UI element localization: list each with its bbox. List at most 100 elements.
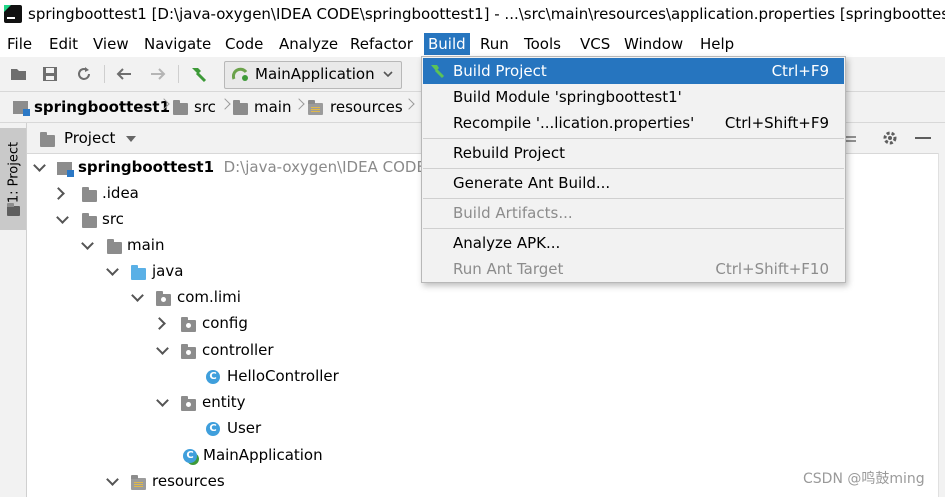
tree-row[interactable]: C User xyxy=(27,416,327,442)
menu-view[interactable]: View xyxy=(89,33,133,55)
open-folder-icon[interactable] xyxy=(10,65,28,83)
menu-refactor[interactable]: Refactor xyxy=(346,33,417,55)
folder-icon xyxy=(7,203,20,216)
toolbar-separator xyxy=(178,65,179,83)
expanded-arrow-icon[interactable] xyxy=(156,342,169,355)
package-icon xyxy=(181,396,196,411)
expanded-arrow-icon[interactable] xyxy=(106,263,119,276)
class-icon: C xyxy=(206,422,220,436)
breadcrumb-main[interactable]: main xyxy=(254,98,291,116)
synchronize-icon[interactable] xyxy=(75,65,93,83)
expanded-arrow-icon[interactable] xyxy=(131,289,144,302)
tree-item-label: MainApplication xyxy=(203,446,323,464)
breadcrumb-separator-icon xyxy=(221,94,229,116)
chevron-down-icon xyxy=(383,71,393,78)
build-hammer-icon xyxy=(431,65,445,79)
expanded-arrow-icon[interactable] xyxy=(33,159,46,172)
folder-icon xyxy=(107,239,122,254)
intellij-logo-icon xyxy=(4,5,22,23)
forward-arrow-icon[interactable] xyxy=(149,65,167,83)
save-all-icon[interactable] xyxy=(41,65,59,83)
minimize-icon[interactable] xyxy=(915,137,931,141)
menu-item-label: Run Ant Target xyxy=(453,260,564,278)
project-tool-window-label: 1: Project xyxy=(6,141,22,204)
expanded-arrow-icon[interactable] xyxy=(56,211,69,224)
module-icon xyxy=(13,101,30,116)
menu-separator xyxy=(423,198,844,199)
tree-item-label: HelloController xyxy=(227,367,339,385)
menu-item-build-project[interactable]: Build Project Ctrl+F9 xyxy=(423,58,844,84)
menu-item-label: Generate Ant Build... xyxy=(453,174,611,192)
expanded-arrow-icon[interactable] xyxy=(81,237,94,250)
tree-row[interactable]: com.limi xyxy=(27,285,327,311)
package-icon xyxy=(181,344,196,359)
tree-row[interactable]: config xyxy=(27,311,327,337)
collapsed-arrow-icon[interactable] xyxy=(52,187,65,200)
tree-row[interactable]: src xyxy=(27,207,327,233)
expanded-arrow-icon[interactable] xyxy=(156,394,169,407)
menu-item-shortcut: Ctrl+Shift+F10 xyxy=(715,260,829,278)
tree-row[interactable]: .idea xyxy=(27,181,327,207)
resources-folder-icon xyxy=(308,100,323,115)
menu-file[interactable]: File xyxy=(3,33,36,55)
menu-item-label: Build Project xyxy=(453,62,547,80)
tree-row[interactable]: C MainApplication xyxy=(27,443,327,469)
menu-item-label: Analyze APK... xyxy=(453,234,561,252)
breadcrumb-project[interactable]: springboottest1 xyxy=(34,98,170,116)
menu-item-rebuild-project[interactable]: Rebuild Project xyxy=(423,140,844,166)
menu-build[interactable]: Build xyxy=(424,33,470,55)
tree-row[interactable]: java xyxy=(27,259,327,285)
folder-icon xyxy=(233,100,248,115)
tree-row[interactable]: main xyxy=(27,233,327,259)
collapsed-arrow-icon[interactable] xyxy=(153,317,166,330)
tree-item-label: resources xyxy=(152,472,225,490)
tree-item-label: User xyxy=(227,419,262,437)
build-hammer-icon[interactable] xyxy=(189,65,207,83)
menu-window[interactable]: Window xyxy=(620,33,687,55)
project-panel-title[interactable]: Project xyxy=(64,129,115,147)
tree-row[interactable]: resources xyxy=(27,469,327,495)
tree-item-label: config xyxy=(202,314,248,332)
gear-icon[interactable] xyxy=(881,129,899,147)
menu-help[interactable]: Help xyxy=(696,33,738,55)
run-configuration-selector[interactable]: MainApplication xyxy=(224,61,402,89)
back-arrow-icon[interactable] xyxy=(115,65,133,83)
menu-navigate[interactable]: Navigate xyxy=(140,33,215,55)
breadcrumb-resources[interactable]: resources xyxy=(330,98,403,116)
spring-boot-run-icon xyxy=(232,67,248,81)
resources-folder-icon xyxy=(131,475,146,490)
tree-row[interactable]: entity xyxy=(27,390,327,416)
package-icon xyxy=(181,317,196,332)
class-icon: C xyxy=(206,370,220,384)
folder-icon xyxy=(82,213,97,228)
menu-analyze[interactable]: Analyze xyxy=(275,33,342,55)
menu-vcs[interactable]: VCS xyxy=(576,33,614,55)
menu-item-label: Build Module 'springboottest1' xyxy=(453,88,682,106)
window-title: springboottest1 [D:\java-oxygen\IDEA COD… xyxy=(28,5,945,23)
menu-item-label: Rebuild Project xyxy=(453,144,565,162)
folder-icon xyxy=(82,187,97,202)
build-menu-dropdown: Build Project Ctrl+F9 Build Module 'spri… xyxy=(421,56,846,283)
menu-code[interactable]: Code xyxy=(221,33,267,55)
toolbar-separator xyxy=(104,65,105,83)
menu-item-generate-ant-build[interactable]: Generate Ant Build... xyxy=(423,170,844,196)
menu-item-build-artifacts: Build Artifacts... xyxy=(423,200,844,226)
menu-run[interactable]: Run xyxy=(476,33,513,55)
watermark: CSDN @鸣鼓ming xyxy=(803,471,925,487)
tree-item-label: springboottest1 xyxy=(78,158,215,176)
menu-item-analyze-apk[interactable]: Analyze APK... xyxy=(423,230,844,256)
title-bar: springboottest1 [D:\java-oxygen\IDEA COD… xyxy=(0,0,945,30)
right-edge-strip xyxy=(938,153,945,497)
tree-row[interactable]: controller xyxy=(27,338,327,364)
menu-item-build-module[interactable]: Build Module 'springboottest1' xyxy=(423,84,844,110)
menu-item-run-ant-target: Run Ant Target Ctrl+Shift+F10 xyxy=(423,256,844,282)
breadcrumb-src[interactable]: src xyxy=(194,98,216,116)
module-icon xyxy=(57,162,74,177)
menu-tools[interactable]: Tools xyxy=(520,33,565,55)
expanded-arrow-icon[interactable] xyxy=(106,473,119,486)
menu-edit[interactable]: Edit xyxy=(45,33,82,55)
menu-item-label: Recompile '...lication.properties' xyxy=(453,114,695,132)
menu-item-recompile[interactable]: Recompile '...lication.properties' Ctrl+… xyxy=(423,110,844,136)
tree-row[interactable]: C HelloController xyxy=(27,364,339,390)
caret-down-icon[interactable] xyxy=(126,135,136,143)
